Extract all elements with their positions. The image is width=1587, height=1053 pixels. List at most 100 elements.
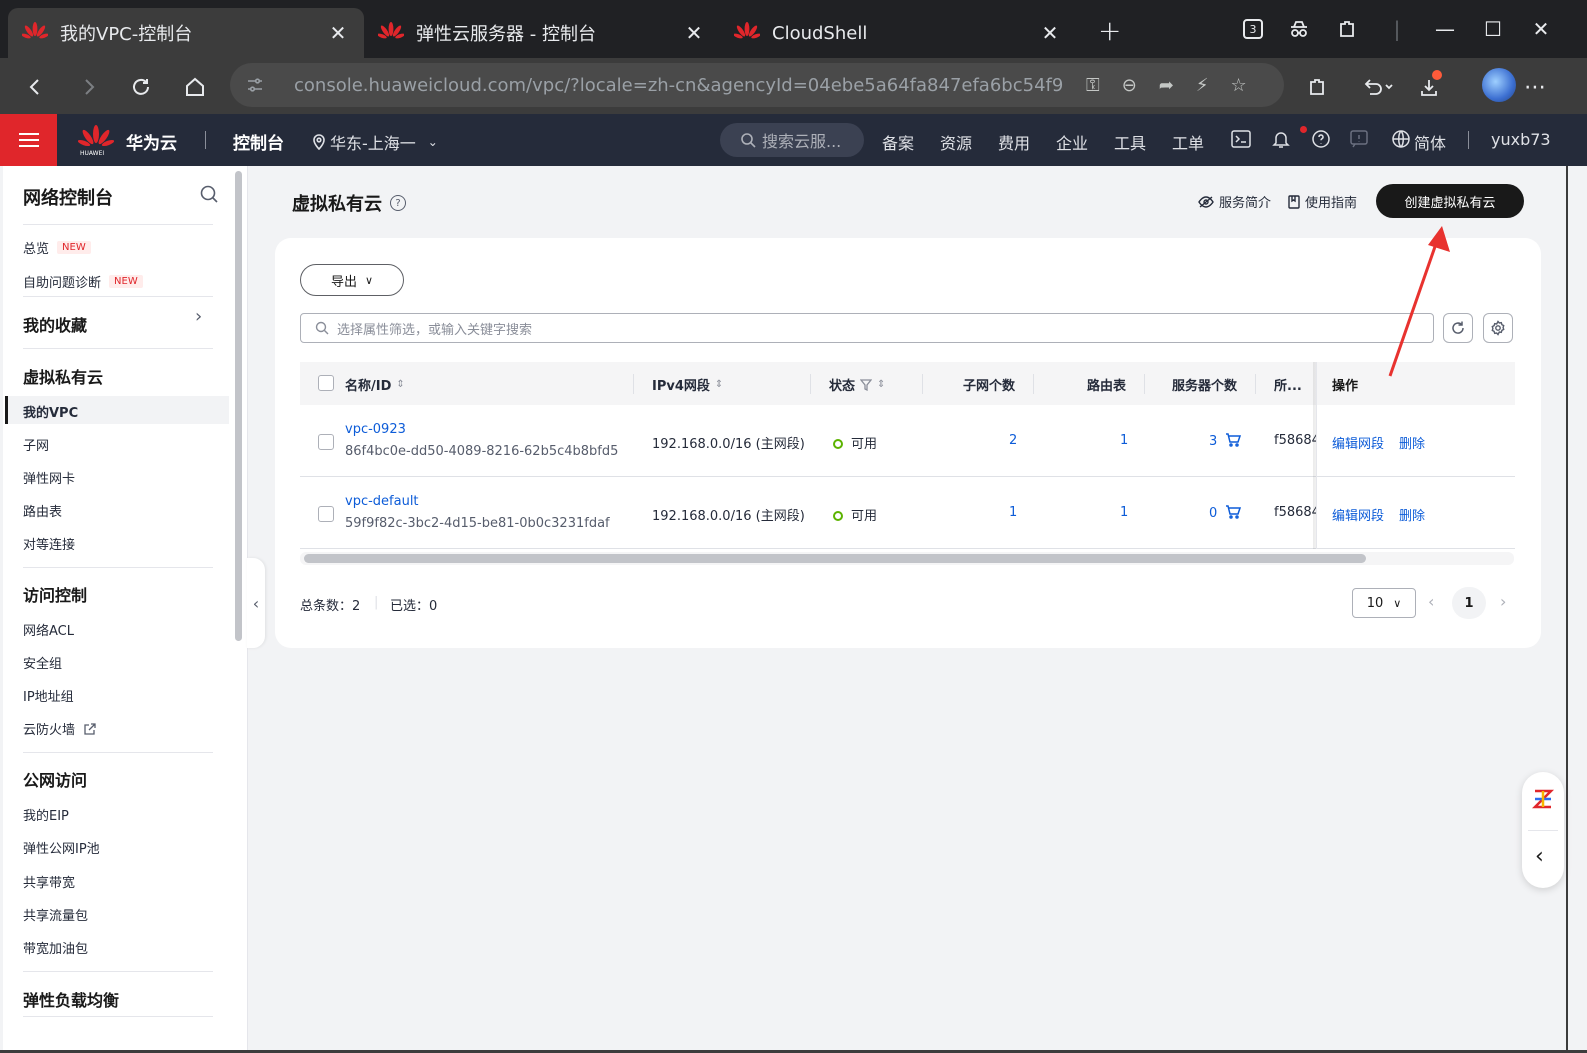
sidebar-item-security-group[interactable]: 安全组 xyxy=(23,653,62,672)
column-ipv4[interactable]: IPv4网段 ⇕ xyxy=(652,375,723,394)
route-table-count-link[interactable]: 1 xyxy=(1120,433,1128,448)
export-button[interactable]: 导出 ∨ xyxy=(300,264,404,296)
cart-icon[interactable] xyxy=(1225,433,1242,447)
sidebar-item-overview[interactable]: 总览 NEW xyxy=(23,238,91,257)
column-name[interactable]: 名称/ID ⇕ xyxy=(345,375,405,394)
minimize-icon[interactable]: — xyxy=(1432,16,1458,42)
server-count[interactable]: 0 xyxy=(1209,505,1242,521)
sidebar-item-ip-group[interactable]: IP地址组 xyxy=(23,686,74,705)
region-selector[interactable]: 华东-上海一 ⌄ xyxy=(312,130,438,154)
sidebar-item-peering[interactable]: 对等连接 xyxy=(23,534,75,553)
settings-button[interactable] xyxy=(1483,313,1513,343)
search-input[interactable]: 选择属性筛选，或输入关键字搜索 xyxy=(300,313,1434,343)
sidebar-item-data-package[interactable]: 共享流量包 xyxy=(23,905,88,924)
header-link-enterprise[interactable]: 企业 xyxy=(1056,130,1088,154)
create-vpc-button[interactable]: 创建虚拟私有云 xyxy=(1376,184,1524,218)
sidebar-item-route-table[interactable]: 路由表 xyxy=(23,501,62,520)
sidebar-item-my-vpc[interactable]: 我的VPC xyxy=(23,402,78,421)
close-icon[interactable]: ✕ xyxy=(682,21,706,45)
edit-cidr-link[interactable]: 编辑网段 xyxy=(1332,433,1384,452)
menu-icon[interactable] xyxy=(0,114,57,166)
sidebar-item-eip[interactable]: 我的EIP xyxy=(23,805,69,824)
vpc-name-link[interactable]: vpc-default xyxy=(345,494,419,509)
column-status[interactable]: 状态 ⇕ xyxy=(829,375,885,394)
header-link-tools[interactable]: 工具 xyxy=(1114,130,1146,154)
bell-icon[interactable] xyxy=(1270,128,1292,150)
current-page[interactable]: 1 xyxy=(1452,587,1486,619)
delete-link[interactable]: 删除 xyxy=(1399,433,1425,452)
new-tab-button[interactable]: + xyxy=(1098,14,1121,47)
filter-icon[interactable] xyxy=(860,378,873,391)
sidebar-item-eip-pool[interactable]: 弹性公网IP池 xyxy=(23,838,100,857)
delete-link[interactable]: 删除 xyxy=(1399,505,1425,524)
sidebar-item-subnet[interactable]: 子网 xyxy=(23,435,49,454)
header-link-beian[interactable]: 备案 xyxy=(882,130,914,154)
header-link-resources[interactable]: 资源 xyxy=(940,130,972,154)
header-link-tickets[interactable]: 工单 xyxy=(1172,130,1204,154)
language-selector[interactable]: 简体 xyxy=(1414,130,1446,154)
maximize-icon[interactable]: ☐ xyxy=(1480,16,1506,42)
next-page-icon[interactable]: › xyxy=(1500,592,1506,611)
user-guide-link[interactable]: 使用指南 xyxy=(1288,192,1357,211)
close-icon[interactable]: ✕ xyxy=(1038,21,1062,45)
service-intro-link[interactable]: 服务简介 xyxy=(1198,192,1271,211)
sidebar-item-bandwidth-addon[interactable]: 带宽加油包 xyxy=(23,938,88,957)
subnet-count-link[interactable]: 1 xyxy=(1009,505,1017,520)
sidebar-item-acl[interactable]: 网络ACL xyxy=(23,620,74,639)
username[interactable]: yuxb73 xyxy=(1491,130,1551,149)
globe-icon[interactable] xyxy=(1390,128,1412,150)
sidebar-item-eni[interactable]: 弹性网卡 xyxy=(23,468,75,487)
zoom-out-icon[interactable]: ⊖ xyxy=(1122,75,1137,96)
feedback-icon[interactable] xyxy=(1348,128,1370,150)
vpc-name-link[interactable]: vpc-0923 xyxy=(345,422,406,437)
row-checkbox[interactable] xyxy=(318,506,334,522)
sort-icon[interactable]: ⇕ xyxy=(715,379,723,390)
header-search[interactable]: 搜索云服... xyxy=(720,123,864,157)
brand-name[interactable]: 华为云 xyxy=(126,129,177,154)
close-icon[interactable]: ✕ xyxy=(326,21,350,45)
window-close-icon[interactable]: ✕ xyxy=(1528,16,1554,42)
key-icon[interactable]: ⚿ xyxy=(1086,75,1100,96)
chevron-right-icon[interactable]: › xyxy=(195,306,202,327)
address-bar[interactable]: console.huaweicloud.com/vpc/?locale=zh-c… xyxy=(230,63,1284,107)
more-icon[interactable]: ⋯ xyxy=(1520,72,1550,102)
header-link-billing[interactable]: 费用 xyxy=(998,130,1030,154)
forward-icon[interactable] xyxy=(74,72,104,102)
cart-icon[interactable] xyxy=(1225,505,1242,519)
page-size-select[interactable]: 10 ∨ xyxy=(1352,588,1416,618)
help-icon[interactable] xyxy=(1310,128,1332,150)
extensions-icon[interactable] xyxy=(1302,72,1332,102)
help-icon[interactable]: ? xyxy=(390,195,406,211)
prev-page-icon[interactable]: ‹ xyxy=(1428,592,1434,611)
site-settings-icon[interactable] xyxy=(246,76,264,94)
sidebar-item-diagnosis[interactable]: 自助问题诊断 NEW xyxy=(23,272,143,291)
history-back-icon[interactable] xyxy=(1358,72,1398,102)
select-all-checkbox[interactable] xyxy=(318,375,334,391)
route-table-count-link[interactable]: 1 xyxy=(1120,505,1128,520)
row-checkbox[interactable] xyxy=(318,434,334,450)
extension-icon[interactable] xyxy=(1334,16,1360,42)
home-icon[interactable] xyxy=(180,72,210,102)
lightning-icon[interactable]: ⚡ xyxy=(1196,75,1209,96)
sidebar-item-shared-bandwidth[interactable]: 共享带宽 xyxy=(23,872,75,891)
sidebar-item-firewall[interactable]: 云防火墙 xyxy=(23,719,97,738)
star-icon[interactable]: ☆ xyxy=(1231,75,1247,96)
collapse-sidebar-button[interactable]: ‹ xyxy=(247,558,265,648)
sort-icon[interactable]: ⇕ xyxy=(396,379,404,390)
avatar[interactable] xyxy=(1482,68,1516,102)
tab-ecs[interactable]: 弹性云服务器 - 控制台 ✕ xyxy=(364,8,720,58)
console-link[interactable]: 控制台 xyxy=(233,129,284,154)
assistant-icon[interactable] xyxy=(1532,788,1554,810)
sidebar-favorites[interactable]: 我的收藏 xyxy=(23,312,87,336)
server-count[interactable]: 3 xyxy=(1209,433,1242,449)
edit-cidr-link[interactable]: 编辑网段 xyxy=(1332,505,1384,524)
chevron-left-icon[interactable]: ‹ xyxy=(1535,844,1544,869)
sort-icon[interactable]: ⇕ xyxy=(877,379,885,390)
tab-cloudshell[interactable]: CloudShell ✕ xyxy=(720,8,1076,58)
share-icon[interactable]: ➦ xyxy=(1159,75,1174,96)
tab-my-vpc[interactable]: 我的VPC-控制台 ✕ xyxy=(8,8,364,58)
terminal-icon[interactable] xyxy=(1230,128,1252,150)
search-icon[interactable] xyxy=(199,184,219,209)
incognito-icon[interactable] xyxy=(1286,16,1312,42)
table-horizontal-scrollbar[interactable] xyxy=(304,554,1366,563)
